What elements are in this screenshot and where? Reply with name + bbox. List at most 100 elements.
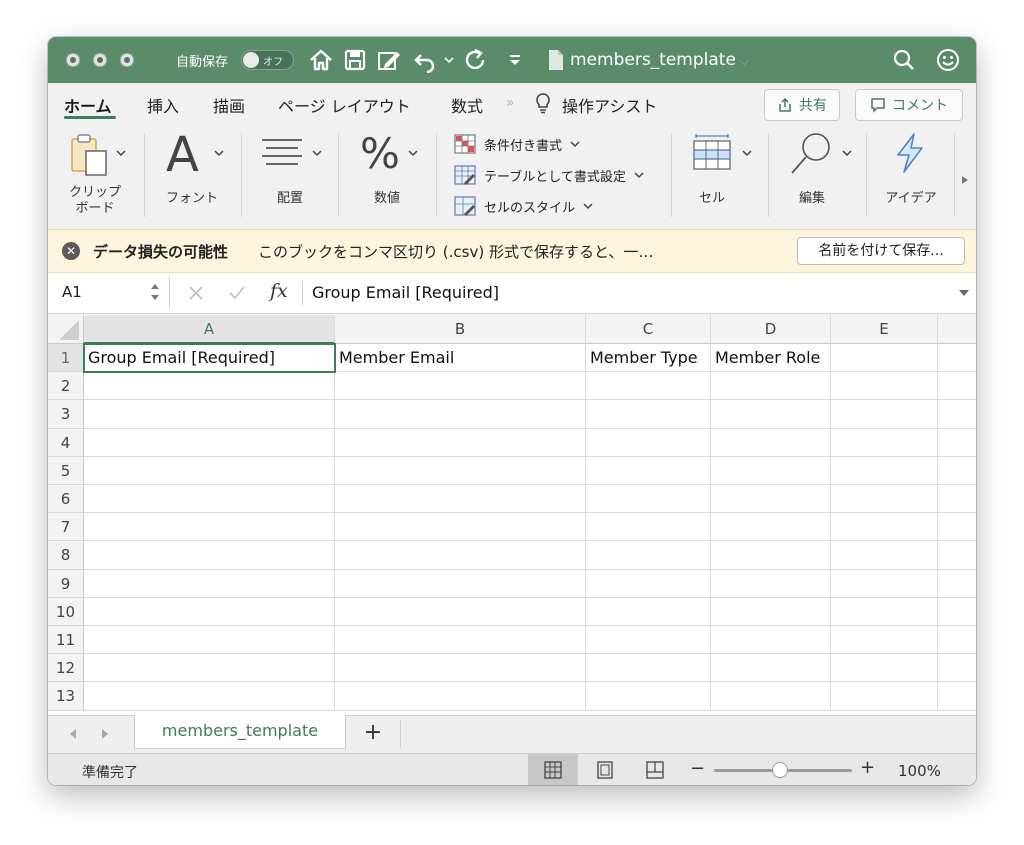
zoom-window-button[interactable]: [120, 53, 134, 67]
normal-view-button[interactable]: [528, 754, 578, 785]
grid-cell[interactable]: [586, 400, 711, 429]
ribbon-scroll-right-icon[interactable]: [961, 175, 969, 185]
formula-input[interactable]: Group Email [Required]: [312, 283, 499, 302]
grid-cell[interactable]: [711, 513, 831, 542]
search-icon[interactable]: [891, 47, 917, 73]
grid-cell[interactable]: [711, 485, 831, 514]
grid-cell[interactable]: [586, 682, 711, 711]
home-icon[interactable]: [308, 47, 334, 73]
cell-styles-button[interactable]: セルのスタイル: [454, 195, 593, 217]
grid-cell[interactable]: Member Type: [586, 344, 711, 373]
tab-draw[interactable]: 描画: [213, 93, 245, 117]
grid-cell[interactable]: [586, 456, 711, 485]
grid-cell[interactable]: [335, 569, 586, 598]
grid-cell[interactable]: [831, 344, 938, 373]
tab-formulas[interactable]: 数式: [451, 93, 483, 117]
grid-cell[interactable]: [711, 569, 831, 598]
grid-cell[interactable]: Member Email: [335, 344, 586, 373]
confirm-entry-icon[interactable]: [228, 285, 246, 301]
grid-cell[interactable]: [335, 682, 586, 711]
grid-cell[interactable]: [84, 597, 335, 626]
row-header[interactable]: 9: [48, 569, 84, 598]
grid-cell[interactable]: [586, 485, 711, 514]
grid-cell[interactable]: [938, 457, 976, 485]
tab-page-layout[interactable]: ページ レイアウト: [278, 93, 411, 117]
document-title[interactable]: members_template ⌵: [570, 50, 749, 70]
column-header-f[interactable]: [938, 315, 976, 344]
grid-cell[interactable]: [938, 372, 976, 401]
insert-function-icon[interactable]: fx: [270, 280, 288, 302]
scroll-sheets-left-icon[interactable]: [68, 728, 78, 740]
sheet-tab-members-template[interactable]: members_template: [134, 715, 346, 749]
column-header-b[interactable]: B: [335, 315, 586, 344]
grid-cell[interactable]: [335, 541, 586, 570]
expand-formula-bar-icon[interactable]: [958, 288, 970, 298]
grid-cell[interactable]: [831, 569, 938, 598]
row-header[interactable]: 1: [48, 344, 84, 373]
grid-cell[interactable]: Member Role: [711, 344, 831, 373]
row-header[interactable]: 6: [48, 485, 84, 514]
grid-cell[interactable]: [586, 654, 711, 683]
grid-cell[interactable]: [831, 626, 938, 655]
customize-toolbar-icon[interactable]: [508, 53, 522, 67]
undo-icon[interactable]: [412, 47, 438, 73]
grid-cell[interactable]: [84, 569, 335, 598]
column-header-e[interactable]: E: [831, 315, 938, 344]
grid-cell[interactable]: [84, 485, 335, 514]
grid-cell[interactable]: [831, 513, 938, 542]
grid-cell[interactable]: [938, 654, 976, 683]
undo-dropdown-chevron-icon[interactable]: [444, 55, 454, 65]
cancel-entry-icon[interactable]: [188, 285, 204, 301]
grid-cell[interactable]: [938, 541, 976, 570]
column-header-c[interactable]: C: [586, 315, 711, 344]
tab-insert[interactable]: 挿入: [147, 93, 179, 117]
grid-cell[interactable]: [938, 485, 976, 514]
grid-cell[interactable]: [84, 428, 335, 457]
more-tabs-icon[interactable]: »: [506, 95, 515, 111]
grid-cell[interactable]: [586, 428, 711, 457]
save-as-button[interactable]: 名前を付けて保存...: [797, 237, 965, 265]
grid-cell[interactable]: [84, 372, 335, 401]
row-header[interactable]: 13: [48, 682, 84, 711]
smiley-feedback-icon[interactable]: [935, 47, 961, 73]
grid-cell[interactable]: [586, 569, 711, 598]
grid-cell[interactable]: [711, 682, 831, 711]
grid-cell[interactable]: [711, 400, 831, 429]
grid-cell[interactable]: [84, 682, 335, 711]
zoom-slider-handle[interactable]: [772, 762, 788, 778]
save-icon[interactable]: [342, 47, 368, 73]
column-header-d[interactable]: D: [711, 315, 831, 344]
grid-cell[interactable]: [711, 654, 831, 683]
grid-cell[interactable]: [938, 682, 976, 711]
minimize-window-button[interactable]: [93, 53, 107, 67]
row-header[interactable]: 12: [48, 654, 84, 683]
share-button[interactable]: 共有: [764, 89, 840, 121]
grid-cell[interactable]: [831, 372, 938, 401]
format-as-table-button[interactable]: テーブルとして書式設定: [454, 164, 644, 186]
grid-cell[interactable]: [84, 456, 335, 485]
row-header[interactable]: 3: [48, 400, 84, 429]
grid-cell[interactable]: [586, 626, 711, 655]
grid-cell[interactable]: [831, 485, 938, 514]
grid-cell[interactable]: [711, 626, 831, 655]
alignment-group[interactable]: 配置: [250, 123, 330, 223]
scroll-sheets-right-icon[interactable]: [100, 728, 110, 740]
grid-cell[interactable]: [831, 682, 938, 711]
grid-cell[interactable]: [335, 400, 586, 429]
column-header-a[interactable]: A: [84, 315, 335, 344]
grid-cell[interactable]: [938, 598, 976, 626]
spreadsheet-grid[interactable]: A B C D E 1 Group Email [Required] Member …: [48, 315, 976, 715]
select-all-corner[interactable]: [48, 315, 84, 344]
grid-cell[interactable]: [831, 541, 938, 570]
row-header[interactable]: 11: [48, 626, 84, 655]
grid-cell[interactable]: Group Email [Required]: [84, 344, 335, 373]
grid-cell[interactable]: [586, 541, 711, 570]
grid-cell[interactable]: [938, 429, 976, 457]
zoom-in-button[interactable]: +: [860, 757, 875, 778]
autosave-toggle[interactable]: オフ: [241, 50, 294, 70]
grid-cell[interactable]: [938, 400, 976, 429]
editing-group[interactable]: 編集: [778, 123, 864, 223]
page-break-view-button[interactable]: [630, 754, 680, 785]
font-group[interactable]: A フォント: [152, 123, 232, 223]
grid-cell[interactable]: [586, 372, 711, 401]
